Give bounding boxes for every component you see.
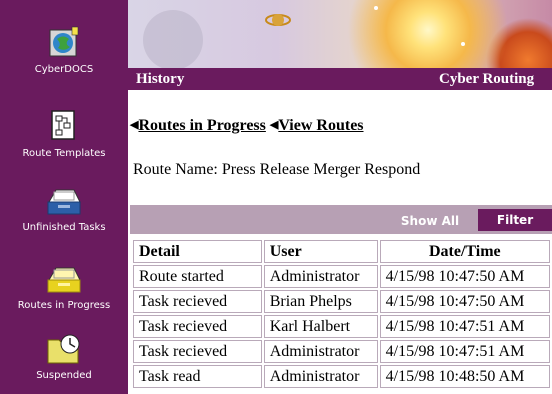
show-all-button[interactable]: Show All	[395, 212, 465, 230]
banner-art	[143, 6, 465, 68]
header-left-title: History	[136, 71, 185, 87]
table-row: Task recieved Brian Phelps 4/15/98 10:47…	[133, 290, 550, 313]
routes-in-progress-link[interactable]: Routes in Progress	[138, 117, 265, 134]
detail-cell: Task read	[133, 365, 262, 388]
nav-unfinished-tasks[interactable]: Unfinished Tasks	[0, 182, 128, 233]
header-strip: History Cyber Routing	[128, 68, 552, 90]
route-name-label: Route Name: Press Release Merger Respond	[133, 161, 421, 178]
tray-icon	[47, 189, 81, 215]
datetime-cell: 4/15/98 10:47:50 AM	[379, 290, 550, 313]
nav-label: Unfinished Tasks	[22, 222, 106, 233]
datetime-cell: 4/15/98 10:48:50 AM	[379, 365, 550, 388]
filter-button[interactable]: Filter	[478, 209, 552, 231]
user-cell: Karl Halbert	[263, 315, 378, 338]
datetime-cell: 4/15/98 10:47:51 AM	[379, 340, 550, 363]
nav-route-templates[interactable]: Route Templates	[0, 108, 128, 159]
column-header-datetime: Date/Time	[379, 240, 550, 263]
nav-label: Routes in Progress	[17, 300, 111, 311]
nav-suspended[interactable]: Suspended	[0, 330, 128, 381]
route-templates-icon	[51, 110, 75, 140]
cyberdocs-globe-icon	[49, 26, 79, 57]
table-row: Task recieved Karl Halbert 4/15/98 10:47…	[133, 315, 550, 338]
header-right-title: Cyber Routing	[439, 71, 535, 87]
sidebar: CyberDOCS Route Templates Unfinished Tas…	[0, 0, 128, 394]
user-cell: Administrator	[263, 340, 378, 363]
user-cell: Brian Phelps	[263, 290, 378, 313]
header-banner-image	[128, 0, 552, 68]
table-row: Task read Administrator 4/15/98 10:48:50…	[133, 365, 550, 388]
detail-cell: Task recieved	[133, 340, 262, 363]
clock-folder-icon	[47, 334, 80, 364]
view-routes-link[interactable]: View Routes	[278, 117, 363, 134]
user-cell: Administrator	[263, 265, 378, 288]
column-header-detail: Detail	[133, 240, 262, 263]
history-table: Detail User Date/Time Route started Admi…	[131, 238, 552, 390]
table-header-row: Detail User Date/Time	[133, 240, 550, 263]
detail-cell: Task recieved	[133, 290, 262, 313]
datetime-cell: 4/15/98 10:47:51 AM	[379, 315, 550, 338]
detail-cell: Task recieved	[133, 315, 262, 338]
nav-links: ◀Routes in Progress ◀View Routes	[130, 117, 364, 135]
nav-label: Suspended	[36, 370, 92, 381]
table-row: Route started Administrator 4/15/98 10:4…	[133, 265, 550, 288]
datetime-cell: 4/15/98 10:47:50 AM	[379, 265, 550, 288]
user-cell: Administrator	[263, 365, 378, 388]
detail-cell: Route started	[133, 265, 262, 288]
nav-cyberdocs[interactable]: CyberDOCS	[0, 24, 128, 75]
tray-icon	[47, 267, 81, 293]
nav-label: Route Templates	[22, 148, 106, 159]
column-header-user: User	[263, 240, 378, 263]
table-row: Task recieved Administrator 4/15/98 10:4…	[133, 340, 550, 363]
nav-label: CyberDOCS	[34, 64, 94, 75]
nav-routes-in-progress[interactable]: Routes in Progress	[0, 260, 128, 311]
table-toolbar: Show All Filter	[130, 205, 552, 234]
